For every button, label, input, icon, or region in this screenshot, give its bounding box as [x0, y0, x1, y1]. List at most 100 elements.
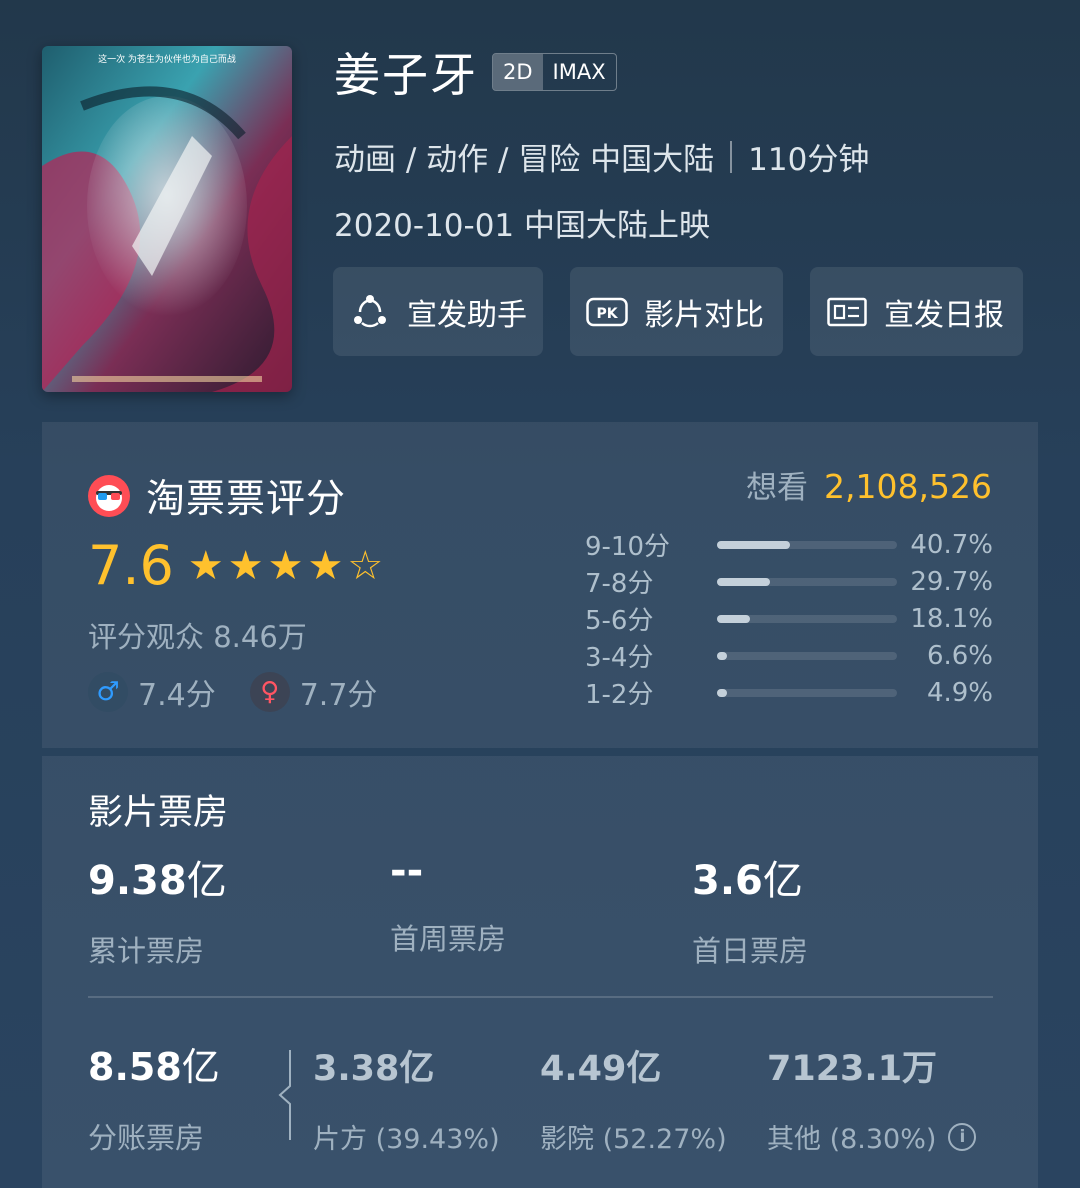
cinema-share: 4.49亿 影院 (52.27%) [540, 1040, 727, 1156]
star-full-icon: ★ [267, 542, 304, 589]
dist-bar-track [717, 540, 897, 549]
want-to-see-count: 2,108,526 [824, 467, 992, 506]
dist-bar-track [717, 651, 897, 660]
dist-percent: 40.7% [910, 529, 993, 560]
female-rating-value: 7.7分 [299, 678, 378, 713]
movie-title: 姜子牙 [334, 48, 478, 102]
dist-label: 5-6分 [585, 606, 654, 636]
total-box-office-value: 9.38 [88, 858, 187, 904]
dist-bar-fill [717, 688, 727, 697]
title-row: 姜子牙 2D IMAX [334, 40, 617, 104]
section-divider [88, 996, 993, 998]
dist-bar-track [717, 688, 897, 697]
producer-share-label: 片方 (39.43%) [313, 1124, 500, 1155]
other-share-value: 7123.1万 [767, 1049, 938, 1089]
want-to-see: 想看 2,108,526 [746, 462, 992, 507]
first-day-unit: 亿 [762, 858, 803, 904]
other-share-label: 其他 (8.30%) [767, 1124, 937, 1155]
movie-release-date: 2020-10-01 中国大陆上映 [334, 208, 711, 244]
split-box-office-value: 8.58 [88, 1045, 182, 1089]
dist-row: 7-8分 29.7% [585, 563, 993, 600]
split-box-office-unit: 亿 [181, 1045, 220, 1089]
movie-detail-page: 这一次 为苍生为伙伴也为自己而战 姜子牙 2D IMAX 动画 / 动作 / 冒… [0, 0, 1080, 1188]
dist-bar-fill [717, 577, 771, 586]
rater-count: 评分观众 8.46万 [88, 620, 307, 654]
gender-ratings: ♂ 7.4分 ♀ 7.7分 [88, 670, 411, 714]
rating-brand-title: 淘票票评分 [146, 477, 347, 522]
promo-assistant-button[interactable]: 宣发助手 [333, 267, 543, 356]
first-week-label: 首周票房 [390, 922, 507, 956]
first-day-label: 首日票房 [692, 934, 809, 968]
dist-row: 3-4分 6.6% [585, 637, 993, 674]
split-box-office-label: 分账票房 [88, 1121, 205, 1155]
promo-assistant-label: 宣发助手 [407, 297, 527, 333]
poster-tagline: 这一次 为苍生为伙伴也为自己而战 [98, 53, 236, 65]
rating-card[interactable]: 淘票票评分 7.6 ★ ★ ★ ★ ☆ 评分观众 8.46万 ♂ 7.4分 ♀ … [42, 422, 1038, 748]
dist-row: 1-2分 4.9% [585, 674, 993, 711]
dist-label: 1-2分 [585, 680, 654, 710]
female-icon: ♀ [249, 672, 290, 712]
box-office-card[interactable]: 影片票房 9.38亿 累计票房 -- 首周票房 3.6亿 首日票房 8.58亿 … [42, 756, 1038, 1188]
total-box-office-unit: 亿 [186, 858, 227, 904]
other-share: 7123.1万 其他 (8.30%) i [767, 1040, 977, 1156]
dist-bar-fill [717, 540, 791, 549]
star-full-icon: ★ [307, 542, 344, 589]
movie-compare-label: 影片对比 [644, 297, 764, 333]
movie-compare-button[interactable]: PK 影片对比 [570, 267, 783, 356]
male-rating: ♂ 7.4分 [88, 670, 216, 714]
poster-image: 这一次 为苍生为伙伴也为自己而战 [42, 46, 292, 392]
box-office-title: 影片票房 [88, 793, 229, 833]
movie-poster[interactable]: 这一次 为苍生为伙伴也为自己而战 [42, 46, 292, 392]
producer-share: 3.38亿 片方 (39.43%) [313, 1040, 500, 1156]
score-distribution: 9-10分 40.7% 7-8分 29.7% 5-6分 18.1% 3-4分 6… [585, 526, 993, 711]
rating-score: 7.6 [88, 534, 174, 597]
male-icon: ♂ [88, 672, 128, 712]
dist-label: 7-8分 [585, 569, 654, 599]
movie-genres: 动画 / 动作 / 冒险 中国大陆 [334, 142, 715, 178]
taopiaopiao-logo-icon [88, 475, 130, 517]
star-half-icon: ☆ [347, 542, 384, 589]
first-day-value: 3.6 [692, 858, 763, 904]
first-week-value: -- [390, 848, 424, 894]
movie-duration: 110分钟 [748, 142, 870, 178]
promo-daily-label: 宣发日报 [884, 297, 1004, 333]
first-week-box-office: -- 首周票房 [390, 848, 506, 958]
dist-bar-track [717, 614, 897, 623]
producer-share-value: 3.38亿 [313, 1049, 435, 1089]
dist-label: 9-10分 [585, 532, 671, 562]
format-imax-badge: IMAX [552, 60, 606, 84]
svg-text:PK: PK [596, 306, 618, 322]
meta-divider [730, 140, 733, 173]
format-badges: 2D IMAX [492, 53, 617, 91]
format-2d-badge: 2D [493, 54, 543, 90]
female-rating: ♀ 7.7分 [249, 670, 378, 714]
info-icon[interactable]: i [948, 1122, 977, 1151]
score-row: 7.6 ★ ★ ★ ★ ☆ [88, 534, 387, 597]
dist-percent: 18.1% [910, 603, 993, 634]
movie-meta: 动画 / 动作 / 冒险 中国大陆 110分钟 [334, 134, 869, 179]
promo-daily-button[interactable]: 宣发日报 [810, 267, 1023, 356]
rating-stars: ★ ★ ★ ★ ☆ [188, 543, 387, 589]
brace-icon [276, 1048, 296, 1146]
action-buttons: 宣发助手 PK 影片对比 宣发日报 [333, 267, 1023, 356]
dist-percent: 6.6% [926, 640, 993, 671]
report-card-icon [826, 291, 868, 333]
dist-bar-fill [717, 651, 727, 660]
star-full-icon: ★ [187, 542, 224, 589]
dist-bar-fill [717, 614, 750, 623]
dist-percent: 29.7% [910, 566, 993, 597]
star-full-icon: ★ [227, 542, 264, 589]
split-box-office: 8.58亿 分账票房 [88, 1036, 220, 1157]
total-box-office-label: 累计票房 [88, 934, 205, 968]
pk-icon: PK [586, 291, 628, 333]
rating-header: 淘票票评分 [88, 468, 346, 524]
want-to-see-label: 想看 [746, 470, 809, 506]
cinema-share-label: 影院 (52.27%) [540, 1124, 727, 1155]
cinema-share-value: 4.49亿 [540, 1049, 662, 1089]
dist-percent: 4.9% [926, 677, 993, 708]
share-network-icon [349, 291, 391, 333]
first-day-box-office: 3.6亿 首日票房 [692, 848, 808, 970]
total-box-office: 9.38亿 累计票房 [88, 848, 227, 970]
male-rating-value: 7.4分 [138, 678, 216, 713]
dist-row: 9-10分 40.7% [585, 526, 993, 563]
